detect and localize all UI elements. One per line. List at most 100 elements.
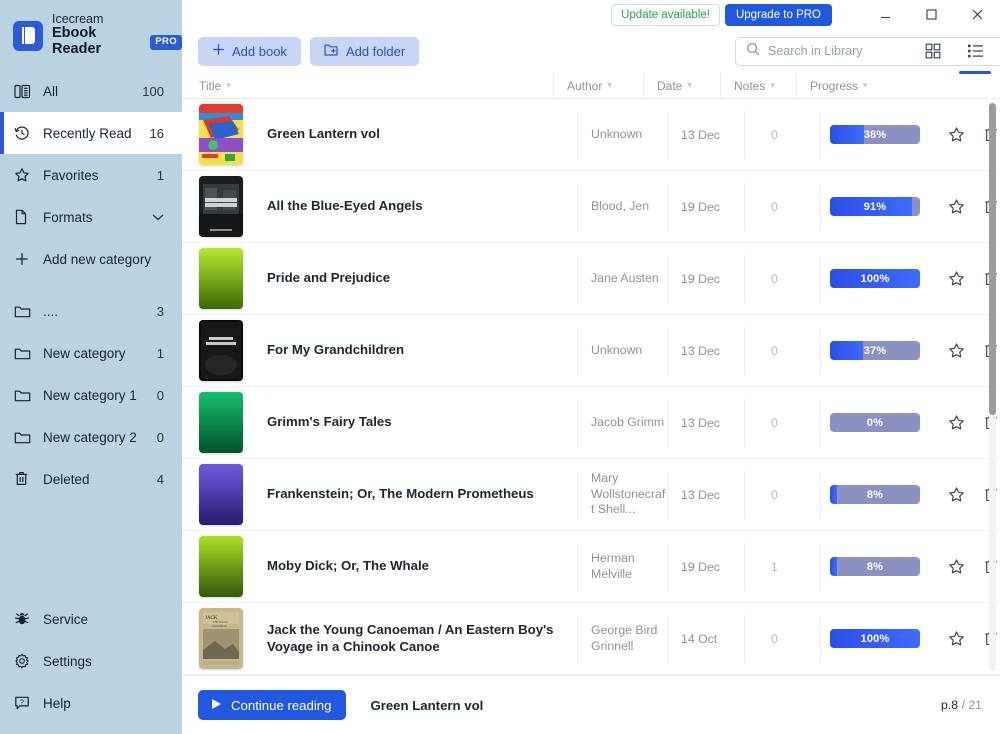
book-date: 19 Dec <box>667 543 744 591</box>
book-date: 13 Dec <box>667 111 744 159</box>
book-date: 19 Dec <box>667 255 744 303</box>
window-titlebar: Update available! Upgrade to PRO <box>182 0 1000 29</box>
sidebar-category-new-category[interactable]: New category 1 <box>0 332 182 374</box>
sidebar-item-label: New category 2 <box>43 430 157 445</box>
update-available-button[interactable]: Update available! <box>611 4 720 26</box>
sidebar-item-help[interactable]: ? Help <box>0 682 182 724</box>
view-toggle-group <box>920 36 988 66</box>
upgrade-to-pro-button[interactable]: Upgrade to PRO <box>725 4 832 26</box>
table-row[interactable]: For My Grandchildren Unknown 13 Dec 0 37… <box>182 315 1000 387</box>
list-scrollbar[interactable] <box>989 103 996 671</box>
sidebar-item-label: All <box>43 84 142 99</box>
table-row[interactable]: Moby Dick; Or, The Whale Herman Melville… <box>182 531 1000 603</box>
svg-text:CANOEMAN: CANOEMAN <box>212 625 227 628</box>
svg-text:?: ? <box>20 699 24 706</box>
table-row[interactable]: JACK THE YOUNG CANOEMAN Jack the Young C… <box>182 603 1000 675</box>
progress-bar: 0% <box>830 413 920 432</box>
book-notes-count: 0 <box>744 615 820 663</box>
favorite-star-icon[interactable] <box>948 126 965 143</box>
book-author: Jane Austen <box>577 255 667 303</box>
column-header-title[interactable]: Title ▾ <box>199 73 553 99</box>
library-icon <box>14 81 36 101</box>
progress-label: 100% <box>861 273 890 285</box>
continue-reading-button[interactable]: Continue reading <box>198 690 346 720</box>
sidebar-item-count: 16 <box>150 126 164 141</box>
star-icon <box>14 165 36 185</box>
book-progress: 0% <box>820 399 920 447</box>
table-row[interactable]: All the Blue-Eyed Angels Blood, Jen 19 D… <box>182 171 1000 243</box>
book-date: 19 Dec <box>667 183 744 231</box>
sidebar-item-deleted[interactable]: Deleted 4 <box>0 458 182 500</box>
column-header-notes[interactable]: Notes ▾ <box>720 73 796 99</box>
trash-icon <box>14 469 36 489</box>
brand-name-line1: Icecream <box>52 13 182 27</box>
sidebar-item-service[interactable]: Service <box>0 598 182 640</box>
list-view-icon[interactable] <box>962 36 988 66</box>
book-progress: 100% <box>820 615 920 663</box>
favorite-star-icon[interactable] <box>948 414 965 431</box>
progress-bar: 100% <box>830 629 920 648</box>
book-progress: 100% <box>820 255 920 303</box>
book-notes-count: 0 <box>744 183 820 231</box>
close-icon[interactable] <box>954 0 1000 29</box>
table-row[interactable]: Frankenstein; Or, The Modern Prometheus … <box>182 459 1000 531</box>
add-folder-button[interactable]: Add folder <box>310 37 419 66</box>
add-book-button[interactable]: Add book <box>198 37 301 66</box>
sidebar-primary-nav: All 100 Recently Read 16 <box>0 70 182 280</box>
scrollbar-thumb[interactable] <box>989 103 996 415</box>
book-title: For My Grandchildren <box>267 342 577 359</box>
sidebar-item-settings[interactable]: Settings <box>0 640 182 682</box>
sidebar-bottom-nav: Service Settings ? Help <box>0 598 182 734</box>
sort-caret-icon: ▾ <box>226 81 231 90</box>
book-progress: 8% <box>820 543 920 591</box>
library-toolbar: Add book Add folder <box>182 29 1000 73</box>
sidebar-item-recently-read[interactable]: Recently Read 16 <box>0 112 182 154</box>
favorite-star-icon[interactable] <box>948 630 965 647</box>
sidebar-category-dots[interactable]: .... 3 <box>0 290 182 332</box>
add-book-label: Add book <box>232 44 287 59</box>
maximize-icon[interactable] <box>908 0 954 29</box>
sidebar-item-all[interactable]: All 100 <box>0 70 182 112</box>
grid-view-icon[interactable] <box>920 36 946 66</box>
file-icon <box>14 207 36 227</box>
brand-name-line2: Ebook Reader <box>52 26 144 58</box>
table-row[interactable]: Pride and Prejudice Jane Austen 19 Dec 0… <box>182 243 1000 315</box>
folder-icon <box>14 385 36 405</box>
favorite-star-icon[interactable] <box>948 342 965 359</box>
favorite-star-icon[interactable] <box>948 198 965 215</box>
sidebar-item-favorites[interactable]: Favorites 1 <box>0 154 182 196</box>
folder-icon <box>14 301 36 321</box>
column-header-author[interactable]: Author ▾ <box>553 73 643 99</box>
book-title: Grimm's Fairy Tales <box>267 414 577 431</box>
pro-badge: PRO <box>150 35 182 49</box>
book-author: Unknown <box>577 111 667 159</box>
sidebar-item-count: 0 <box>157 430 164 445</box>
progress-label: 8% <box>867 561 883 573</box>
sidebar-item-count: 100 <box>142 84 164 99</box>
book-list: Green Lantern vol Unknown 13 Dec 0 38% <box>182 99 1000 675</box>
favorite-star-icon[interactable] <box>948 486 965 503</box>
minimize-icon[interactable] <box>862 0 908 29</box>
column-header-label: Progress <box>810 79 858 93</box>
progress-bar: 91% <box>830 197 920 216</box>
favorite-star-icon[interactable] <box>948 270 965 287</box>
book-notes-count: 0 <box>744 471 820 519</box>
sidebar-category-new-category-2[interactable]: New category 2 0 <box>0 416 182 458</box>
table-row[interactable]: Grimm's Fairy Tales Jacob Grimm 13 Dec 0… <box>182 387 1000 459</box>
book-author: George Bird Grinnell <box>577 615 667 663</box>
gear-icon <box>14 651 36 671</box>
book-title: Frankenstein; Or, The Modern Prometheus <box>267 486 577 503</box>
plus-icon <box>212 43 225 59</box>
sidebar-category-new-category-1[interactable]: New category 1 0 <box>0 374 182 416</box>
favorite-star-icon[interactable] <box>948 558 965 575</box>
table-row[interactable]: Green Lantern vol Unknown 13 Dec 0 38% <box>182 99 1000 171</box>
folder-plus-icon <box>324 43 339 60</box>
book-notes-count: 1 <box>744 543 820 591</box>
column-header-progress[interactable]: Progress ▾ <box>796 73 896 99</box>
progress-bar: 8% <box>830 485 920 504</box>
column-header-date[interactable]: Date ▾ <box>643 73 720 99</box>
progress-label: 91% <box>864 201 887 213</box>
sidebar-item-add-new-category[interactable]: Add new category <box>0 238 182 280</box>
progress-label: 0% <box>867 417 883 429</box>
sidebar-item-formats[interactable]: Formats <box>0 196 182 238</box>
